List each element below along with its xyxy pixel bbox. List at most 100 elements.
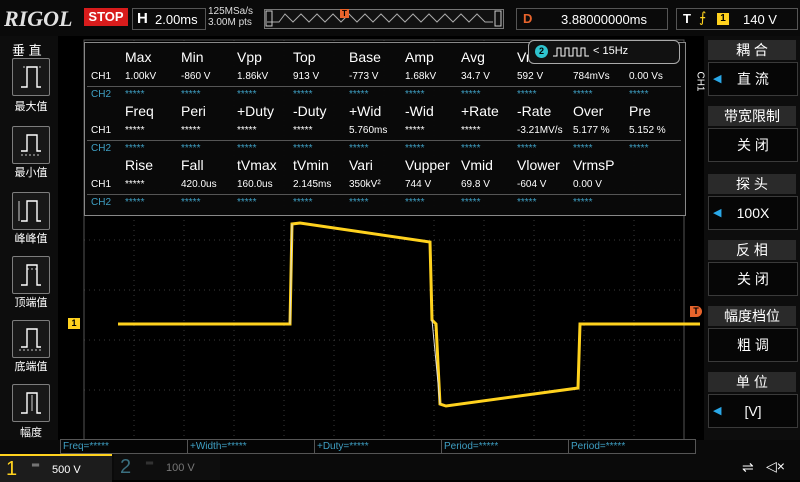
- ch2-measure-value: *****: [349, 197, 369, 208]
- ch1-measure-value: -860 V: [181, 71, 211, 82]
- measure-header: tVmax: [237, 157, 277, 173]
- bottom-counter-freq: Freq=*****: [60, 439, 188, 454]
- measure-header: -Rate: [517, 103, 552, 119]
- menu-title: 单 位: [708, 372, 796, 392]
- ch1-measure-value: -604 V: [517, 179, 547, 190]
- ch1-measure-value: -773 V: [349, 71, 379, 82]
- measure-min-button[interactable]: [12, 126, 50, 164]
- ch1-measure-value: 34.7 V: [461, 71, 490, 82]
- ch1-measure-value: -3.21MV/s: [517, 125, 563, 136]
- ch1-row-label: CH1: [91, 71, 112, 82]
- ch2-measure-value: *****: [237, 197, 257, 208]
- ch2-row-label: CH2: [91, 197, 112, 208]
- trigger-level-marker[interactable]: T: [690, 306, 702, 317]
- measure-base-button[interactable]: [12, 320, 50, 358]
- frequency-counter-popup[interactable]: 2 < 15Hz: [528, 40, 680, 64]
- rising-edge-icon: ⨍: [699, 9, 707, 25]
- measure-top-button[interactable]: [12, 256, 50, 294]
- ch2-scale-box[interactable]: 2 ═ 100 V: [114, 454, 220, 480]
- speaker-mute-icon[interactable]: ◁×: [766, 458, 785, 475]
- measure-header: Over: [573, 103, 604, 119]
- measure-header: Freq: [125, 103, 154, 119]
- menu-value-text: [V]: [744, 403, 762, 419]
- menu-title: 耦 合: [708, 40, 796, 60]
- ch1-measure-value: *****: [405, 125, 425, 136]
- bottom-counter-period-2: Period=*****: [568, 439, 696, 454]
- measure-header: +Rate: [461, 103, 499, 119]
- menu-title: 幅度档位: [708, 306, 796, 326]
- menu-knob-arrow-icon: ◀: [713, 405, 722, 417]
- ch2-measure-value: *****: [349, 89, 369, 100]
- ch1-measure-value: *****: [125, 179, 145, 190]
- measure-max-label: 最大值: [14, 101, 48, 113]
- run-stop-indicator[interactable]: STOP: [84, 8, 128, 26]
- menu-title: 反 相: [708, 240, 796, 260]
- menu-value-button[interactable]: 关 闭: [708, 262, 798, 296]
- trigger-position-marker: T: [340, 9, 349, 18]
- ch2-measure-value: *****: [461, 197, 481, 208]
- ch1-measure-value: *****: [181, 125, 201, 136]
- measure-header: Rise: [125, 157, 154, 173]
- menu-knob-arrow-icon: ◀: [713, 207, 722, 219]
- ch1-scale-box[interactable]: 1 ═ 500 V: [0, 454, 112, 482]
- measure-amplitude-button[interactable]: [12, 384, 50, 422]
- ch2-measure-value: *****: [573, 89, 593, 100]
- counter-value: < 15Hz: [593, 45, 629, 57]
- active-channel-side-label: CH1: [694, 71, 706, 92]
- measure-header: Avg: [461, 49, 485, 65]
- ch2-measure-value: *****: [181, 143, 201, 154]
- ch2-measure-value: *****: [573, 143, 593, 154]
- row-separator: [87, 140, 681, 141]
- ch1-measure-value: 0.00 V: [573, 179, 602, 190]
- measure-header: -Wid: [405, 103, 434, 119]
- measure-pkpk-button[interactable]: [12, 192, 50, 230]
- measure-header: Max: [125, 49, 152, 65]
- ch2-measure-value: *****: [629, 143, 649, 154]
- ch1-measure-value: 784mVs: [573, 71, 610, 82]
- measure-min-label: 最小值: [14, 167, 48, 179]
- ch1-measure-value: 0.00 Vs: [629, 71, 663, 82]
- measure-header: Base: [349, 49, 381, 65]
- sample-rate: 125MSa/s: [208, 6, 254, 17]
- menu-value-button[interactable]: 关 闭: [708, 128, 798, 162]
- menu-value-button[interactable]: 粗 调: [708, 328, 798, 362]
- measure-header: Top: [293, 49, 316, 65]
- menu-value-text: 直 流: [737, 71, 769, 87]
- measure-header: VrmsP: [573, 157, 615, 173]
- ch1-offset-marker[interactable]: 1: [68, 318, 80, 329]
- timebase-display[interactable]: H 2.00ms: [132, 8, 206, 30]
- vertical-panel-title: 垂 直: [12, 43, 42, 58]
- ch2-measure-value: *****: [237, 89, 257, 100]
- row-separator: [87, 194, 681, 195]
- ch2-coupling-icon: ═: [146, 458, 154, 469]
- usb-icon: ⇌: [742, 459, 754, 475]
- measure-amplitude-label: 幅度: [20, 427, 42, 439]
- menu-value-button[interactable]: 100X ◀: [708, 196, 798, 230]
- memory-overview-strip: [264, 9, 504, 29]
- menu-knob-arrow-icon: ◀: [713, 73, 722, 85]
- top-waveform-icon: [21, 264, 41, 286]
- measurement-all-table: Max Min Vpp Top Base Amp Avg Vr CH1 1.00kV -860 V1…: [84, 42, 686, 216]
- ch1-measure-value: 69.8 V: [461, 179, 490, 190]
- menu-value-text: 100X: [736, 205, 770, 221]
- measure-header: Vupper: [405, 157, 450, 173]
- trigger-display[interactable]: T ⨍ 1 140 V: [676, 8, 798, 30]
- ch2-measure-value: *****: [237, 143, 257, 154]
- delay-display[interactable]: D 3.88000000ms: [516, 8, 668, 30]
- ch1-number: 1: [6, 458, 18, 480]
- ch2-row-label: CH2: [91, 143, 112, 154]
- measure-max-button[interactable]: [12, 58, 50, 96]
- delay-value: 3.88000000ms: [561, 12, 648, 27]
- square-wave-icon: [553, 47, 589, 57]
- menu-value-button[interactable]: [V] ◀: [708, 394, 798, 428]
- bottom-counter-period: Period=*****: [441, 439, 569, 454]
- measure-header: Vari: [349, 157, 373, 173]
- ch1-row-label: CH1: [91, 125, 112, 136]
- ch1-measure-value: 744 V: [405, 179, 432, 190]
- menu-value-button[interactable]: 直 流 ◀: [708, 62, 798, 96]
- ch2-measure-value: *****: [517, 89, 537, 100]
- ch2-measure-value: *****: [349, 143, 369, 154]
- memory-waveform-preview: [265, 10, 502, 27]
- ch2-measure-value: *****: [405, 143, 425, 154]
- ch1-measure-value: 350kV²: [349, 179, 381, 190]
